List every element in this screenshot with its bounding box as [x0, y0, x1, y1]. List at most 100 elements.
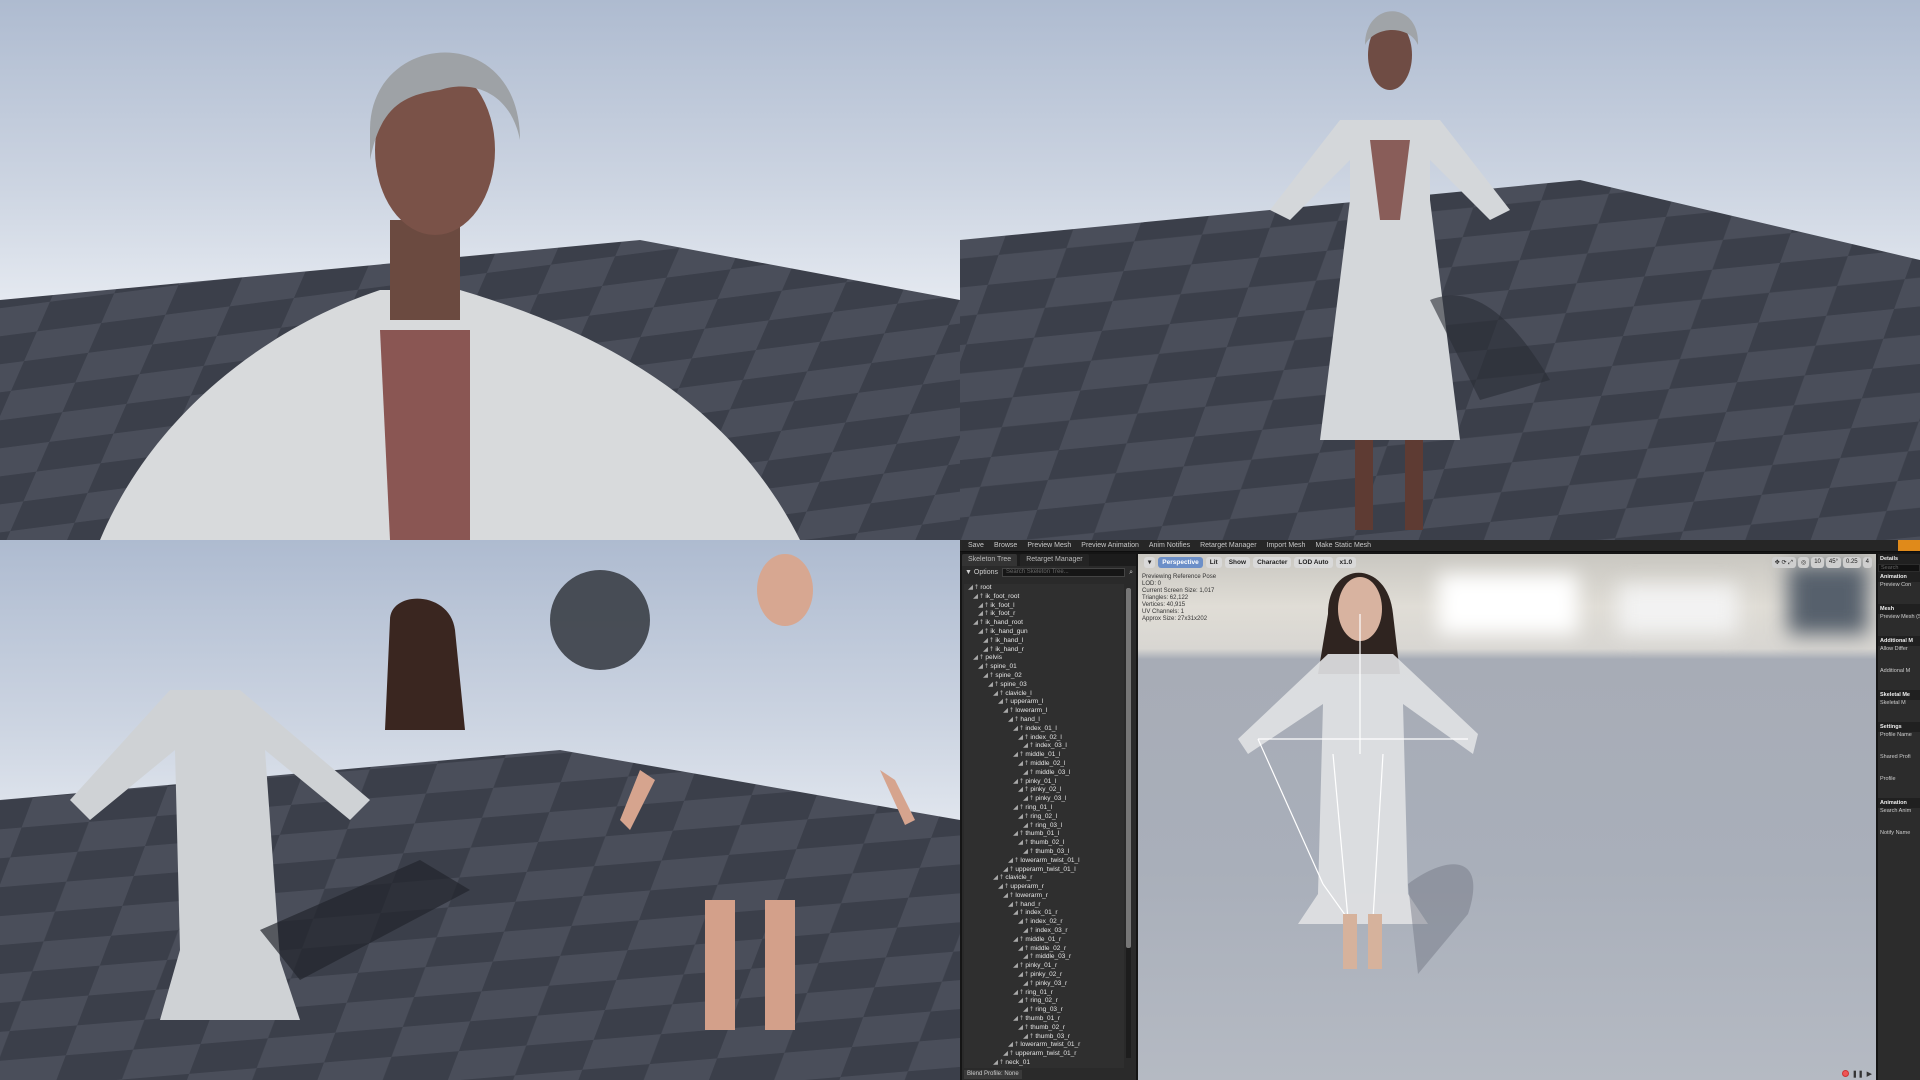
details-property[interactable]: Notify Name — [1878, 830, 1920, 852]
play-icon[interactable]: ▶ — [1867, 1070, 1872, 1078]
tree-bone-row[interactable]: ◢ ☨ index_01_l — [964, 725, 1124, 734]
pause-icon[interactable]: ❚❚ — [1852, 1070, 1864, 1078]
details-property[interactable]: Skeletal M — [1878, 700, 1920, 722]
toolbar-browse-button[interactable]: Browse — [994, 542, 1017, 549]
tree-bone-row[interactable]: ◢ ☨ spine_01 — [964, 663, 1124, 672]
tree-bone-row[interactable]: ◢ ☨ ik_hand_l — [964, 637, 1124, 646]
tree-bone-row[interactable]: ◢ ☨ neck_01 — [964, 1059, 1124, 1068]
toolbar-make-static-mesh-button[interactable]: Make Static Mesh — [1315, 542, 1371, 549]
tree-bone-row[interactable]: ◢ ☨ pinky_03_r — [964, 980, 1124, 989]
bone-label: pinky_03_l — [1035, 795, 1067, 803]
tree-bone-row[interactable]: ◢ ☨ pelvis — [964, 654, 1124, 663]
tree-bone-row[interactable]: ◢ ☨ middle_01_l — [964, 751, 1124, 760]
bone-icon: ◢ ☨ — [1018, 944, 1029, 952]
tree-bone-row[interactable]: ◢ ☨ ik_foot_r — [964, 610, 1124, 619]
details-property[interactable]: Preview Con — [1878, 582, 1920, 604]
tree-bone-row[interactable]: ◢ ☨ upperarm_l — [964, 698, 1124, 707]
tree-bone-row[interactable]: ◢ ☨ ring_03_r — [964, 1006, 1124, 1015]
tree-bone-row[interactable]: ◢ ☨ upperarm_twist_01_r — [964, 1050, 1124, 1059]
tree-bone-row[interactable]: ◢ ☨ index_01_r — [964, 909, 1124, 918]
toolbar-anim-notifies-button[interactable]: Anim Notifies — [1149, 542, 1190, 549]
bone-label: ik_hand_l — [995, 636, 1024, 644]
tree-bone-row[interactable]: ◢ ☨ spine_02 — [964, 672, 1124, 681]
details-category[interactable]: Additional M — [1878, 636, 1920, 646]
details-property[interactable]: Shared Profi — [1878, 754, 1920, 776]
toolbar-accent-button[interactable] — [1898, 540, 1920, 551]
tree-bone-row[interactable]: ◢ ☨ pinky_02_l — [964, 786, 1124, 795]
bone-icon: ◢ ☨ — [1013, 751, 1024, 759]
tree-bone-row[interactable]: ◢ ☨ ik_foot_l — [964, 602, 1124, 611]
details-property[interactable]: Profile Name — [1878, 732, 1920, 754]
details-search-input[interactable]: Search — [1879, 565, 1919, 571]
tree-bone-row[interactable]: ◢ ☨ spine_03 — [964, 681, 1124, 690]
tree-bone-row[interactable]: ◢ ☨ lowerarm_twist_01_l — [964, 857, 1124, 866]
tree-bone-row[interactable]: ◢ ☨ pinky_01_l — [964, 778, 1124, 787]
details-property[interactable]: Allow Differ — [1878, 646, 1920, 668]
toolbar-import-mesh-button[interactable]: Import Mesh — [1267, 542, 1306, 549]
tree-bone-row[interactable]: ◢ ☨ upperarm_twist_01_l — [964, 866, 1124, 875]
details-category[interactable]: Animation — [1878, 572, 1920, 582]
bone-label: pinky_01_r — [1025, 962, 1058, 970]
blend-profile-dropdown[interactable]: Blend Profile: None — [964, 1070, 1022, 1079]
bone-icon: ◢ ☨ — [1013, 724, 1024, 732]
tab-retarget-manager[interactable]: Retarget Manager — [1020, 554, 1089, 566]
tree-bone-row[interactable]: ◢ ☨ ring_02_l — [964, 813, 1124, 822]
tree-bone-row[interactable]: ◢ ☨ index_03_l — [964, 742, 1124, 751]
tree-bone-row[interactable]: ◢ ☨ lowerarm_l — [964, 707, 1124, 716]
options-label: Options — [973, 569, 999, 576]
tree-bone-row[interactable]: ◢ ☨ thumb_01_r — [964, 1015, 1124, 1024]
record-button[interactable] — [1841, 1070, 1849, 1077]
tree-bone-row[interactable]: ◢ ☨ middle_03_r — [964, 953, 1124, 962]
tree-bone-row[interactable]: ◢ ☨ pinky_02_r — [964, 971, 1124, 980]
tree-bone-row[interactable]: ◢ ☨ thumb_01_l — [964, 830, 1124, 839]
tree-scrollbar[interactable] — [1126, 588, 1131, 1058]
tree-bone-row[interactable]: ◢ ☨ middle_02_l — [964, 760, 1124, 769]
tree-bone-row[interactable]: ◢ ☨ lowerarm_r — [964, 892, 1124, 901]
tree-bone-row[interactable]: ◢ ☨ thumb_02_r — [964, 1024, 1124, 1033]
tree-bone-row[interactable]: ◢ ☨ ik_hand_gun — [964, 628, 1124, 637]
tree-bone-row[interactable]: ◢ ☨ ring_01_l — [964, 804, 1124, 813]
bone-icon: ◢ ☨ — [973, 592, 984, 600]
bone-label: middle_03_r — [1035, 953, 1072, 961]
bone-icon: ◢ ☨ — [983, 671, 994, 679]
tree-bone-row[interactable]: ◢ ☨ pinky_03_l — [964, 795, 1124, 804]
tree-bone-row[interactable]: ◢ ☨ lowerarm_twist_01_r — [964, 1041, 1124, 1050]
tree-bone-row[interactable]: ◢ ☨ middle_03_l — [964, 769, 1124, 778]
bone-label: ring_03_r — [1035, 1006, 1063, 1014]
skeleton-search-input[interactable]: Search Skeleton Tree... — [1002, 568, 1126, 577]
tree-bone-row[interactable]: ◢ ☨ ik_foot_root — [964, 593, 1124, 602]
tree-bone-row[interactable]: ◢ ☨ clavicle_l — [964, 690, 1124, 699]
tree-bone-row[interactable]: ◢ ☨ upperarm_r — [964, 883, 1124, 892]
tree-bone-row[interactable]: ◢ ☨ ring_03_l — [964, 822, 1124, 831]
toolbar-save-button[interactable]: Save — [968, 542, 984, 549]
details-property[interactable]: Profile — [1878, 776, 1920, 798]
tree-bone-row[interactable]: ◢ ☨ index_02_r — [964, 918, 1124, 927]
details-category[interactable]: Mesh — [1878, 604, 1920, 614]
bone-icon: ◢ ☨ — [1013, 777, 1024, 785]
details-property[interactable]: Additional M — [1878, 668, 1920, 690]
viewport[interactable]: ▾ Perspective Lit Show Character LOD Aut… — [1138, 554, 1876, 1080]
tree-bone-row[interactable]: ◢ ☨ hand_l — [964, 716, 1124, 725]
tree-bone-row[interactable]: ◢ ☨ ik_hand_root — [964, 619, 1124, 628]
bone-label: lowerarm_l — [1015, 707, 1048, 715]
options-dropdown[interactable]: ▼ Options — [965, 569, 998, 576]
tree-bone-row[interactable]: ◢ ☨ index_03_r — [964, 927, 1124, 936]
tab-skeleton-tree[interactable]: Skeleton Tree — [962, 554, 1018, 566]
tree-bone-row[interactable]: ◢ ☨ clavicle_r — [964, 874, 1124, 883]
tree-bone-row[interactable]: ◢ ☨ root — [964, 584, 1124, 593]
bone-icon: ◢ ☨ — [1023, 795, 1034, 803]
details-category[interactable]: Skeletal Me — [1878, 690, 1920, 700]
details-property[interactable]: Preview Mesh (Skeleton) — [1878, 614, 1920, 636]
bone-icon: ◢ ☨ — [1023, 821, 1034, 829]
toolbar-retarget-manager-button[interactable]: Retarget Manager — [1200, 542, 1256, 549]
tree-bone-row[interactable]: ◢ ☨ thumb_02_l — [964, 839, 1124, 848]
details-category[interactable]: Settings — [1878, 722, 1920, 732]
details-category[interactable]: Animation — [1878, 798, 1920, 808]
details-property[interactable]: Search Anim — [1878, 808, 1920, 830]
tree-bone-row[interactable]: ◢ ☨ middle_01_r — [964, 936, 1124, 945]
tree-bone-row[interactable]: ◢ ☨ thumb_03_l — [964, 848, 1124, 857]
tree-bone-row[interactable]: ◢ ☨ pinky_01_r — [964, 962, 1124, 971]
toolbar-preview-animation-button[interactable]: Preview Animation — [1081, 542, 1139, 549]
toolbar-preview-mesh-button[interactable]: Preview Mesh — [1027, 542, 1071, 549]
tree-bone-row[interactable]: ◢ ☨ ring_02_r — [964, 997, 1124, 1006]
